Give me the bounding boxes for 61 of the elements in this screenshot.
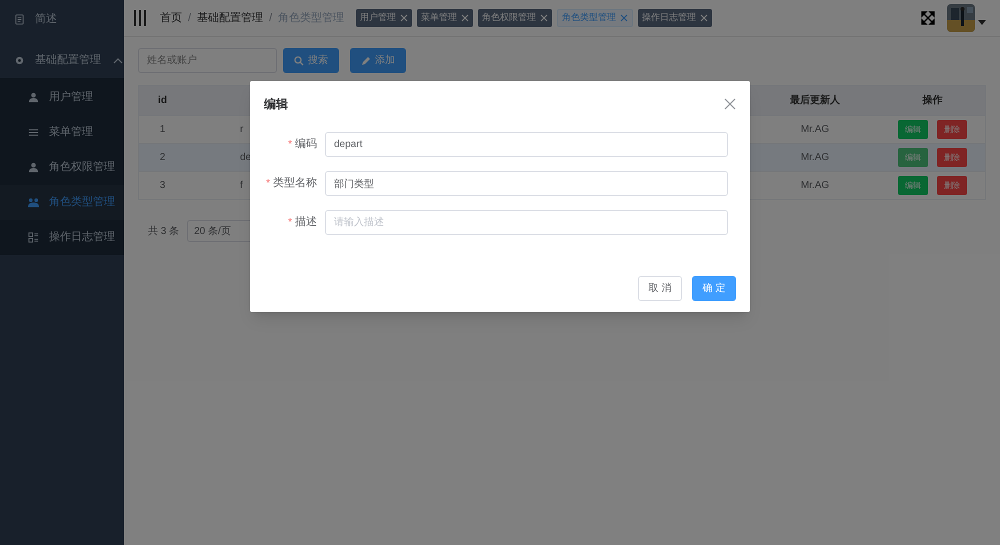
- column-header: 最后更新人: [789, 93, 841, 108]
- user-icon: [28, 92, 39, 103]
- total-count: 共 3 条: [148, 224, 180, 238]
- delete-button[interactable]: 删除: [937, 120, 967, 139]
- table-cell-text: 3: [158, 179, 166, 193]
- search-button[interactable]: 搜索: [283, 48, 339, 73]
- breadcrumb-separator: /: [269, 10, 272, 26]
- required-mark: *: [288, 216, 292, 230]
- page-tag[interactable]: 角色类型管理: [557, 9, 634, 27]
- input-field[interactable]: 请输入描述: [325, 210, 728, 235]
- confirm-button[interactable]: 确 定: [692, 276, 736, 301]
- close-icon[interactable]: [724, 98, 736, 110]
- breadcrumb-item[interactable]: 首页: [160, 10, 182, 26]
- table-cell-text: 2: [158, 151, 166, 165]
- input-field[interactable]: 部门类型: [325, 171, 728, 196]
- edit-button[interactable]: 编辑: [898, 176, 928, 195]
- edit-button[interactable]: 编辑: [898, 120, 928, 139]
- list-icon: [28, 127, 39, 138]
- search-icon: [294, 56, 304, 66]
- edit-button[interactable]: 编辑: [898, 148, 928, 167]
- sidebar-item[interactable]: 简述: [0, 2, 124, 37]
- add-button[interactable]: 添加: [350, 48, 406, 73]
- sidebar-item[interactable]: 基础配置管理: [0, 43, 124, 78]
- menu-icon[interactable]: [134, 10, 146, 26]
- search-field[interactable]: 姓名或账户: [138, 48, 277, 73]
- field-label: 类型名称: [273, 176, 317, 192]
- column-header: id: [157, 94, 168, 108]
- required-mark: *: [288, 138, 292, 152]
- log-icon: [28, 232, 39, 243]
- chevron-up-icon: [113, 56, 123, 66]
- input-field[interactable]: depart: [325, 132, 728, 157]
- field-label: 编码: [295, 137, 317, 152]
- table-cell-text: Mr.AG: [800, 179, 830, 193]
- table-cell-text: Mr.AG: [800, 123, 830, 137]
- column-header: 操作: [921, 94, 944, 108]
- table-cell: de: [240, 152, 252, 163]
- gear-icon: [14, 55, 25, 66]
- field-label: 描述: [295, 215, 317, 230]
- document-icon: [14, 14, 25, 25]
- group-icon: [28, 197, 39, 208]
- table-cell-text: Mr.AG: [800, 151, 830, 165]
- user-icon: [28, 162, 39, 173]
- page-tag[interactable]: 用户管理: [356, 9, 412, 27]
- required-mark: *: [266, 177, 270, 191]
- caret-down-icon[interactable]: [978, 20, 986, 26]
- sidebar-item[interactable]: 角色类型管理: [0, 185, 124, 220]
- dialog-title: 编辑: [264, 96, 288, 113]
- cancel-button[interactable]: 取 消: [638, 276, 682, 301]
- breadcrumb-item[interactable]: 基础配置管理: [197, 10, 264, 26]
- table-cell: f: [240, 180, 243, 191]
- page-tag[interactable]: 菜单管理: [417, 9, 474, 27]
- close-icon[interactable]: [620, 14, 628, 22]
- page-tag[interactable]: 操作日志管理: [638, 9, 712, 27]
- table-cell-text: 1: [158, 123, 166, 137]
- pencil-icon: [361, 56, 371, 66]
- fullscreen-icon[interactable]: [921, 11, 935, 25]
- table-cell: r: [240, 124, 244, 135]
- breadcrumb-separator: /: [188, 10, 192, 26]
- delete-button[interactable]: 删除: [937, 148, 967, 167]
- page-tag[interactable]: 角色权限管理: [478, 9, 552, 27]
- delete-button[interactable]: 删除: [937, 176, 967, 195]
